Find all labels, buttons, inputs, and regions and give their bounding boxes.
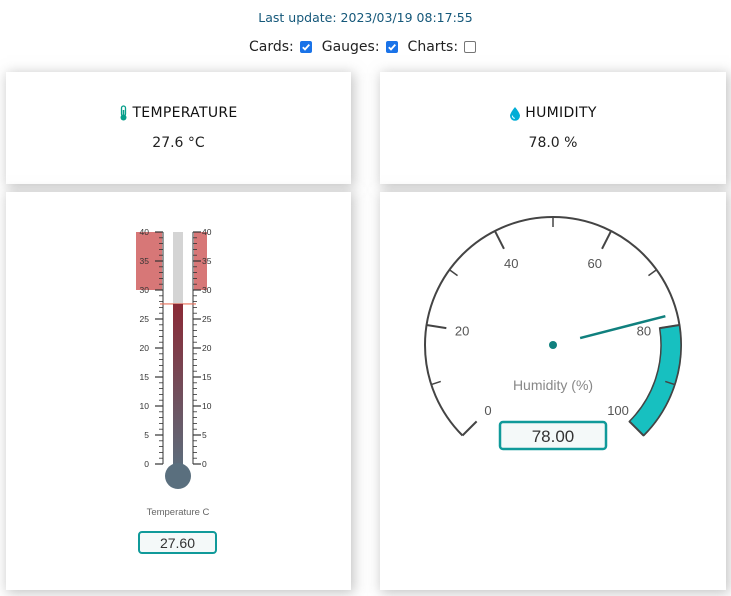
gauge-minor-tick	[449, 269, 458, 277]
thermo-tick-label-left: 5	[144, 430, 149, 440]
thermo-fill	[173, 303, 183, 474]
thermo-tick-label-right: 15	[202, 372, 212, 382]
temperature-card: TEMPERATURE 27.6 °C	[6, 72, 351, 184]
gauge-tick-label: 40	[504, 256, 518, 271]
thermo-tick-label-left: 40	[140, 227, 150, 237]
view-toggles: Cards: Gauges: Charts:	[0, 39, 731, 55]
gauge-tick-label: 80	[637, 324, 651, 339]
thermo-readout: 27.60	[160, 535, 195, 551]
thermo-caption: Temperature C	[147, 507, 210, 518]
thermo-tick-label-left: 20	[140, 343, 150, 353]
thermo-tick-label-left: 0	[144, 459, 149, 469]
humidity-gauge-card: 0 20 40 60 80 100 Humidity (%) 78.00	[380, 192, 726, 590]
gauge-highlight-band	[628, 324, 682, 437]
gauge-readout: 78.00	[532, 427, 575, 446]
toggle-charts: Charts:	[408, 39, 482, 55]
last-update-text: Last update: 2023/03/19 08:17:55	[258, 10, 473, 25]
temperature-value: 27.6 °C	[152, 135, 205, 151]
gauges-checkbox[interactable]	[385, 41, 398, 53]
thermometer-icon	[119, 105, 128, 121]
thermo-tick-label-right: 5	[202, 430, 207, 440]
gauge-major-tick	[461, 420, 478, 437]
cards-checkbox[interactable]	[299, 41, 312, 53]
thermo-tick-label-right: 30	[202, 285, 212, 295]
thermo-tick-label-left: 30	[140, 285, 150, 295]
toggle-cards: Cards:	[249, 39, 318, 55]
thermo-tick-label-right: 10	[202, 401, 212, 411]
temperature-gauge-card: 0 0 5 5 10 10 15 15 20 20 25 25 30 30 35 35 40 40 Temperat…	[6, 192, 351, 590]
humidity-value: 78.0 %	[528, 135, 578, 151]
toggle-charts-label: Charts:	[407, 39, 459, 55]
humidity-title-text: HUMIDITY	[525, 105, 597, 121]
thermo-tick-label-right: 25	[202, 314, 212, 324]
gauge-major-tick	[426, 323, 447, 330]
gauge-tick-label: 0	[484, 403, 491, 418]
charts-checkbox[interactable]	[464, 41, 477, 53]
humidity-radial-gauge: 0 20 40 60 80 100 Humidity (%) 78.00	[424, 216, 682, 451]
toggle-gauges: Gauges:	[322, 39, 404, 55]
thermometer-gauge: 0 0 5 5 10 10 15 15 20 20 25 25 30 30 35 35 40 40 Temperat…	[136, 227, 217, 554]
gauge-major-tick	[493, 230, 505, 250]
gauge-minor-tick	[431, 380, 442, 386]
toggle-cards-label: Cards:	[248, 39, 294, 55]
thermo-tick-label-right: 0	[202, 459, 207, 469]
gauge-caption: Humidity (%)	[513, 377, 593, 393]
temperature-title-text: TEMPERATURE	[132, 105, 238, 121]
humidity-card-title: HUMIDITY	[380, 105, 726, 121]
thermo-bulb	[165, 463, 191, 489]
gauge-needle	[579, 314, 666, 340]
water-drop-icon	[509, 106, 521, 121]
gauge-needle-hub	[549, 341, 557, 349]
thermo-tick-label-left: 10	[140, 401, 150, 411]
thermo-tick-label-left: 35	[140, 256, 150, 266]
thermo-tick-label-left: 25	[140, 314, 150, 324]
gauge-major-tick	[601, 230, 613, 250]
toggle-gauges-label: Gauges:	[321, 39, 380, 55]
gauge-tick-label: 100	[607, 403, 629, 418]
gauge-tick-label: 20	[455, 324, 469, 339]
thermo-tick-label-right: 35	[202, 256, 212, 266]
thermo-tick-label-right: 20	[202, 343, 212, 353]
gauge-tick-label: 60	[588, 256, 602, 271]
temperature-card-title: TEMPERATURE	[6, 105, 351, 121]
thermo-tick-label-left: 15	[140, 372, 150, 382]
thermo-tick-label-right: 40	[202, 227, 212, 237]
gauge-minor-tick	[648, 269, 657, 277]
humidity-card: HUMIDITY 78.0 %	[380, 72, 726, 184]
